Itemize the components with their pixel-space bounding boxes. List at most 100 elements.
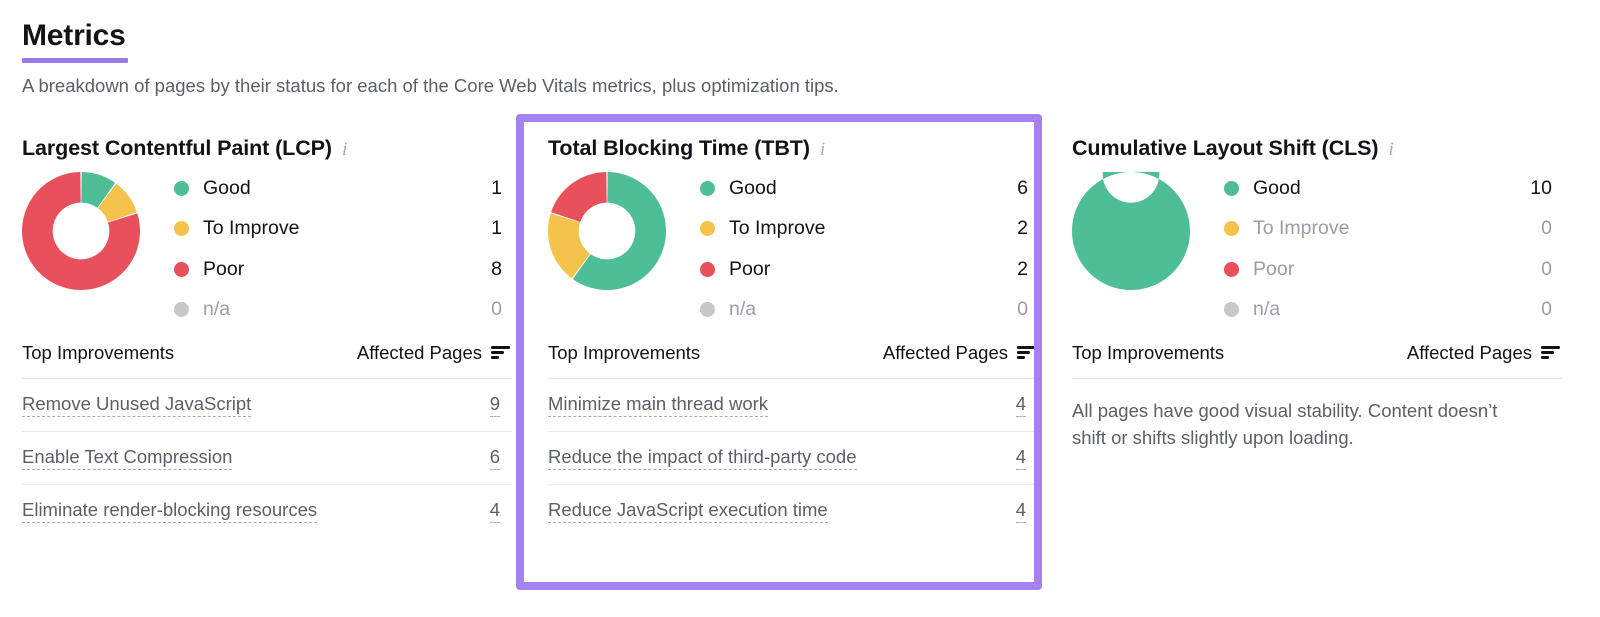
- legend-dot-good-icon: [700, 180, 715, 196]
- donut-slice: [551, 172, 607, 222]
- affected-pages-value[interactable]: 9: [489, 393, 500, 417]
- legend-row: To Improve 0: [1224, 209, 1562, 250]
- legend-label: n/a: [1253, 298, 1281, 321]
- sort-descending-icon[interactable]: [1541, 346, 1560, 360]
- legend-row: n/a 0: [1224, 290, 1562, 331]
- legend-dot-poor-icon: [174, 261, 189, 277]
- title-underline: [22, 58, 128, 63]
- table-row: Minimize main thread work 4: [548, 379, 1038, 432]
- legend-row: Good 6: [700, 168, 1038, 209]
- metric-card-tbt: Total Blocking Time (TBT) i Good 6 To Improv…: [548, 112, 1038, 538]
- legend-row: n/a 0: [700, 290, 1038, 331]
- legend-value: 2: [1017, 217, 1028, 240]
- donut-wrapper: [22, 168, 174, 290]
- legend-label: To Improve: [729, 217, 826, 240]
- legend-label: Good: [729, 176, 777, 199]
- legend-row: Good 1: [174, 168, 512, 209]
- donut-chart: [548, 172, 666, 290]
- info-icon[interactable]: i: [820, 140, 825, 159]
- legend-dot-na-icon: [1224, 302, 1239, 318]
- improvement-link[interactable]: Remove Unused JavaScript: [22, 393, 252, 417]
- legend-value: 8: [491, 257, 502, 280]
- legend-label: n/a: [729, 298, 757, 321]
- stat-row: Good 10 To Improve 0 Poor 0 n/a 0: [1072, 168, 1562, 328]
- legend-row: Poor 8: [174, 249, 512, 290]
- legend-dot-poor-icon: [700, 261, 715, 277]
- improvements-table: Top Improvements Affected Pages All pages …: [1072, 342, 1562, 451]
- legend-value: 0: [1541, 217, 1552, 240]
- page-header: Metrics A breakdown of pages by their st…: [22, 18, 839, 98]
- donut-slice: [1072, 172, 1190, 290]
- info-icon[interactable]: i: [1388, 140, 1393, 159]
- legend-dot-poor-icon: [1224, 261, 1239, 277]
- legend-label: Poor: [1253, 257, 1295, 280]
- stat-row: Good 1 To Improve 1 Poor 8 n/a 0: [22, 168, 512, 328]
- stat-row: Good 6 To Improve 2 Poor 2 n/a 0: [548, 168, 1038, 328]
- sort-descending-icon[interactable]: [491, 346, 510, 360]
- legend-label: To Improve: [203, 217, 300, 240]
- card-title: Total Blocking Time (TBT): [548, 136, 810, 160]
- column-header-top-improvements: Top Improvements: [548, 342, 701, 363]
- improvements-table: Top Improvements Affected Pages Remove Unu…: [22, 342, 512, 538]
- column-header-top-improvements: Top Improvements: [1072, 342, 1225, 363]
- legend-label: Good: [1253, 176, 1301, 199]
- legend-value: 1: [491, 217, 502, 240]
- legend-dot-na-icon: [174, 302, 189, 318]
- card-title: Largest Contentful Paint (LCP): [22, 136, 332, 160]
- legend-dot-to-improve-icon: [174, 221, 189, 237]
- column-header-affected-pages-label: Affected Pages: [356, 342, 482, 363]
- legend-value: 0: [1541, 298, 1552, 321]
- legend-row: Poor 0: [1224, 249, 1562, 290]
- legend-dot-to-improve-icon: [1224, 221, 1239, 237]
- legend-value: 10: [1530, 176, 1552, 199]
- legend-dot-good-icon: [174, 180, 189, 196]
- improvement-link[interactable]: Eliminate render-blocking resources: [22, 500, 318, 523]
- legend: Good 6 To Improve 2 Poor 2 n/a 0: [700, 168, 1038, 330]
- donut-wrapper: [548, 168, 700, 290]
- card-note: All pages have good visual stability. Co…: [1072, 400, 1498, 448]
- legend-label: Good: [203, 176, 251, 199]
- sort-descending-icon[interactable]: [1017, 346, 1036, 360]
- card-title-row: Largest Contentful Paint (LCP) i: [22, 112, 512, 160]
- legend-row: To Improve 2: [700, 209, 1038, 250]
- column-header-top-improvements: Top Improvements: [22, 342, 175, 363]
- legend-value: 0: [1017, 298, 1028, 321]
- affected-pages-value[interactable]: 4: [1015, 446, 1026, 470]
- column-header-affected-pages[interactable]: Affected Pages: [883, 342, 1038, 364]
- legend-value: 0: [1541, 257, 1552, 280]
- info-icon[interactable]: i: [342, 140, 347, 159]
- legend-value: 6: [1017, 176, 1028, 199]
- column-header-affected-pages-label: Affected Pages: [882, 342, 1008, 363]
- affected-pages-value[interactable]: 6: [489, 446, 500, 470]
- improvement-link[interactable]: Minimize main thread work: [548, 393, 769, 417]
- table-header: Top Improvements Affected Pages: [548, 342, 1038, 379]
- metrics-page: Metrics A breakdown of pages by their st…: [0, 0, 1600, 617]
- legend-row: n/a 0: [174, 290, 512, 331]
- table-row: Reduce the impact of third-party code 4: [548, 432, 1038, 485]
- improvement-link[interactable]: Enable Text Compression: [22, 446, 233, 470]
- legend-label: Poor: [729, 257, 771, 280]
- legend-row: To Improve 1: [174, 209, 512, 250]
- table-row: Enable Text Compression 6: [22, 432, 512, 485]
- legend-value: 1: [491, 176, 502, 199]
- table-row: Eliminate render-blocking resources 4: [22, 485, 512, 538]
- improvement-link[interactable]: Reduce the impact of third-party code: [548, 446, 857, 470]
- legend-row: Poor 2: [700, 249, 1038, 290]
- column-header-affected-pages[interactable]: Affected Pages: [357, 342, 512, 364]
- legend-row: Good 10: [1224, 168, 1562, 209]
- table-row: Remove Unused JavaScript 9: [22, 379, 512, 432]
- affected-pages-value[interactable]: 4: [489, 500, 500, 523]
- column-header-affected-pages[interactable]: Affected Pages: [1407, 342, 1562, 364]
- table-row: Reduce JavaScript execution time 4: [548, 485, 1038, 538]
- donut-chart: [1072, 172, 1190, 290]
- legend-label: Poor: [203, 257, 245, 280]
- legend-label: To Improve: [1253, 217, 1350, 240]
- card-title-row: Cumulative Layout Shift (CLS) i: [1072, 112, 1562, 160]
- affected-pages-value[interactable]: 4: [1015, 500, 1026, 523]
- legend-dot-to-improve-icon: [700, 221, 715, 237]
- card-title-row: Total Blocking Time (TBT) i: [548, 112, 1038, 160]
- improvement-link[interactable]: Reduce JavaScript execution time: [548, 500, 828, 523]
- page-subtitle: A breakdown of pages by their status for…: [22, 75, 839, 96]
- affected-pages-value[interactable]: 4: [1015, 393, 1026, 417]
- card-title: Cumulative Layout Shift (CLS): [1072, 136, 1379, 160]
